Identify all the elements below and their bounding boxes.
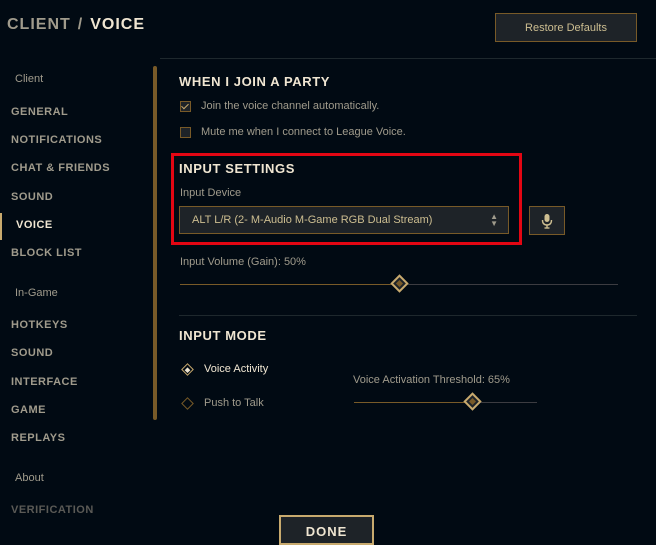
breadcrumb-current: VOICE <box>90 16 146 33</box>
input-settings-title: INPUT SETTINGS <box>179 161 296 176</box>
push-to-talk-radio[interactable] <box>181 396 194 410</box>
input-device-select[interactable]: ALT L/R (2- M-Audio M-Game RGB Dual Stre… <box>179 206 509 234</box>
input-device-value: ALT L/R (2- M-Audio M-Game RGB Dual Stre… <box>192 214 433 226</box>
sidebar-item-notifications[interactable]: NOTIFICATIONS <box>11 134 102 146</box>
sidebar-section-client: Client <box>15 73 44 85</box>
sidebar-section-about: About <box>15 472 44 484</box>
input-volume-slider[interactable] <box>180 274 618 293</box>
microphone-test-button[interactable] <box>529 206 565 235</box>
sidebar-section-in-game: In-Game <box>15 287 58 299</box>
sidebar-item-interface[interactable]: INTERFACE <box>11 376 78 388</box>
sidebar-item-sound[interactable]: SOUND <box>11 191 53 203</box>
sidebar-item-hotkeys[interactable]: HOTKEYS <box>11 319 68 331</box>
section-divider <box>179 315 637 316</box>
voice-activity-option[interactable]: Voice Activity <box>181 362 269 376</box>
sidebar-scrollbar[interactable] <box>153 66 157 420</box>
threshold-fill <box>354 402 473 403</box>
input-volume-label: Input Volume (Gain): 50% <box>180 256 306 268</box>
sidebar-item-replays[interactable]: REPLAYS <box>11 432 65 444</box>
microphone-icon <box>541 213 553 229</box>
mute-on-connect-label: Mute me when I connect to League Voice. <box>201 126 406 138</box>
input-volume-handle[interactable] <box>389 274 409 293</box>
header-divider <box>160 58 656 59</box>
breadcrumb: CLIENT / VOICE <box>7 16 145 34</box>
threshold-handle[interactable] <box>463 392 483 411</box>
breadcrumb-separator: / <box>77 16 84 33</box>
mute-on-connect-checkbox[interactable] <box>180 126 191 138</box>
input-mode-title: INPUT MODE <box>179 328 267 343</box>
voice-activity-radio[interactable] <box>181 362 194 376</box>
join-voice-label: Join the voice channel automatically. <box>201 100 380 112</box>
sidebar-item-ingame-sound[interactable]: SOUND <box>11 347 53 359</box>
active-item-indicator <box>0 213 2 240</box>
breadcrumb-root: CLIENT <box>7 16 71 33</box>
push-to-talk-label: Push to Talk <box>204 397 264 409</box>
party-section-title: WHEN I JOIN A PARTY <box>179 74 331 89</box>
sidebar-item-chat-friends[interactable]: CHAT & FRIENDS <box>11 162 110 174</box>
join-voice-checkbox-row[interactable]: Join the voice channel automatically. <box>180 100 379 112</box>
sidebar-item-voice[interactable]: VOICE <box>16 219 53 231</box>
sidebar-item-game[interactable]: GAME <box>11 404 46 416</box>
threshold-label: Voice Activation Threshold: 65% <box>353 374 510 386</box>
join-voice-checkbox[interactable] <box>180 100 191 112</box>
mute-on-connect-checkbox-row[interactable]: Mute me when I connect to League Voice. <box>180 126 406 138</box>
input-volume-fill <box>180 284 399 285</box>
restore-defaults-button[interactable]: Restore Defaults <box>495 13 637 42</box>
select-chevron-icon: ▲ ▼ <box>490 212 498 228</box>
sidebar-item-verification[interactable]: VERIFICATION <box>11 504 94 516</box>
push-to-talk-option[interactable]: Push to Talk <box>181 396 264 410</box>
voice-activity-label: Voice Activity <box>204 363 269 375</box>
sidebar-item-general[interactable]: GENERAL <box>11 106 68 118</box>
sidebar-item-block-list[interactable]: BLOCK LIST <box>11 247 82 259</box>
threshold-slider[interactable] <box>354 392 537 411</box>
input-device-label: Input Device <box>180 187 242 199</box>
